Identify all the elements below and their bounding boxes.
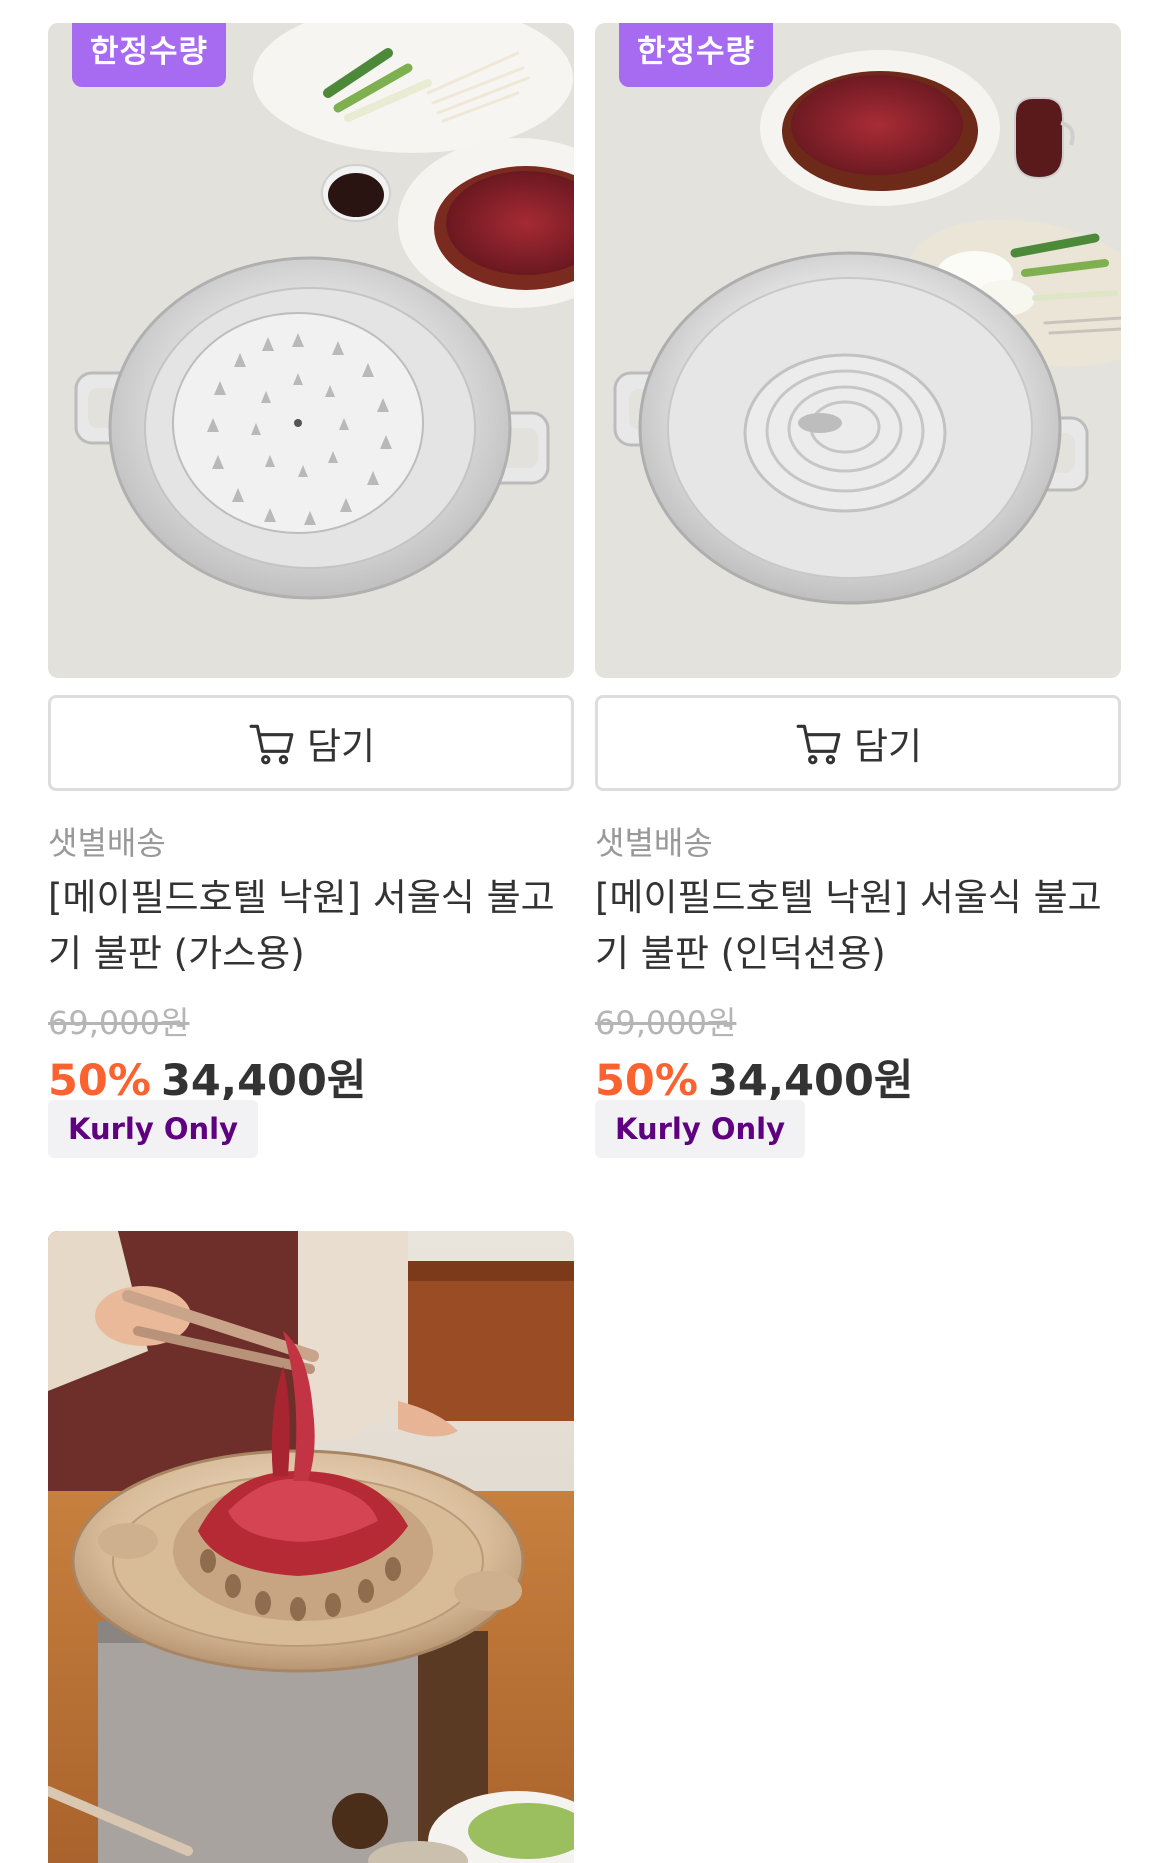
add-to-cart-label: 담기 [306, 725, 376, 768]
product-card-2[interactable]: 한정수량 담기 샛별배송 [메이필드호텔 낙원] 서울식 불고기 불판 (인덕션… [595, 0, 1121, 1170]
discount-rate: 50% [48, 1056, 151, 1106]
induction-grill-pan-image [595, 23, 1121, 678]
product-image[interactable] [48, 1231, 574, 1863]
gas-grill-pan-image [48, 23, 574, 678]
delivery-type: 샛별배송 [48, 824, 166, 862]
cart-icon [249, 724, 294, 765]
sale-price-row: 50% 34,400원 [595, 1046, 913, 1108]
add-to-cart-label: 담기 [853, 725, 923, 768]
sale-price: 34,400원 [707, 1056, 914, 1106]
discount-rate: 50% [595, 1056, 698, 1106]
product-image[interactable] [48, 23, 574, 678]
product-image[interactable] [595, 23, 1121, 678]
kurly-only-tag: Kurly Only [595, 1100, 805, 1158]
limited-quantity-badge: 한정수량 [72, 23, 227, 87]
cart-icon [796, 724, 841, 765]
product-title[interactable]: [메이필드호텔 낙원] 서울식 불고기 불판 (가스용) [48, 870, 574, 982]
product-card-1[interactable]: 한정수량 담기 샛별배송 [메이필드호텔 낙원] 서울식 불고기 불판 (가스용… [48, 0, 574, 1170]
add-to-cart-button[interactable]: 담기 [48, 695, 574, 791]
product-card-3[interactable] [48, 1231, 574, 1863]
original-price: 69,000원 [595, 1004, 737, 1042]
original-price: 69,000원 [48, 1004, 190, 1042]
delivery-type: 샛별배송 [595, 824, 713, 862]
add-to-cart-button[interactable]: 담기 [595, 695, 1121, 791]
product-title[interactable]: [메이필드호텔 낙원] 서울식 불고기 불판 (인덕션용) [595, 870, 1121, 982]
kurly-only-tag: Kurly Only [48, 1100, 258, 1158]
grill-pan-cooking-image [48, 1231, 574, 1863]
sale-price: 34,400원 [160, 1056, 367, 1106]
limited-quantity-badge: 한정수량 [619, 23, 774, 87]
sale-price-row: 50% 34,400원 [48, 1046, 366, 1108]
